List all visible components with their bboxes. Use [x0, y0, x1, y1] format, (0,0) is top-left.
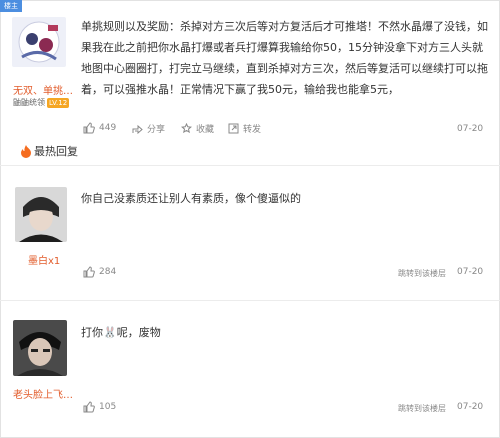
reply2-user-name[interactable]: 老头脸上飞… — [13, 386, 73, 401]
reply1-text: 你自己没素质还让别人有素质，像个傻逼似的 — [81, 192, 301, 205]
reply1-user-name[interactable]: 墨白x1 — [28, 252, 60, 267]
thumbs-up-icon — [83, 122, 95, 134]
favorite-label: 收藏 — [196, 125, 215, 135]
like-button[interactable]: 449 — [83, 122, 116, 134]
share-button[interactable]: 分享 — [132, 122, 165, 135]
share-icon — [132, 124, 143, 134]
divider — [0, 165, 500, 166]
reply2-like-count: 105 — [99, 402, 117, 412]
op-user-title-text: 鼬鼬统领 — [13, 98, 45, 107]
forward-icon — [228, 123, 239, 134]
reply1-date: 07-20 — [457, 267, 484, 277]
divider — [0, 300, 500, 301]
reply1-like-count: 284 — [99, 267, 117, 277]
reply1-jump-link[interactable]: 跳转到该楼层 — [398, 268, 446, 279]
thumbs-up-icon — [83, 401, 95, 413]
op-date: 07-20 — [457, 124, 484, 134]
op-user-title: 鼬鼬统领 LV.12 — [13, 97, 70, 108]
reply2-text: 打你🐰呢，废物 — [81, 326, 161, 339]
op-post-text: 单挑规则以及奖励：杀掉对方三次后等对方复活后才可推塔！不然水晶爆了没钱，如果我在… — [81, 20, 488, 96]
reply2-avatar[interactable] — [13, 320, 67, 376]
star-icon — [181, 123, 192, 134]
like-count: 449 — [99, 123, 117, 133]
reply2-jump-link[interactable]: 跳转到该楼层 — [398, 403, 446, 414]
hot-replies-header: 最热回复 — [20, 143, 78, 159]
flame-icon — [21, 145, 31, 158]
favorite-button[interactable]: 收藏 — [181, 122, 214, 135]
reply2-like-button[interactable]: 105 — [83, 401, 116, 413]
reply1-like-button[interactable]: 284 — [83, 266, 116, 278]
hot-replies-title: 最热回复 — [34, 145, 78, 158]
thumbs-up-icon — [83, 266, 95, 278]
op-badge: 楼主 — [0, 0, 22, 12]
forward-button[interactable]: 转发 — [228, 122, 261, 135]
reply2-date: 07-20 — [457, 402, 484, 412]
level-badge: LV.12 — [47, 98, 70, 108]
op-user-name[interactable]: 无双、单挑… — [13, 82, 73, 97]
share-label: 分享 — [147, 125, 166, 135]
reply1-avatar[interactable] — [15, 187, 67, 242]
forward-label: 转发 — [243, 125, 262, 135]
op-avatar[interactable] — [12, 17, 66, 67]
